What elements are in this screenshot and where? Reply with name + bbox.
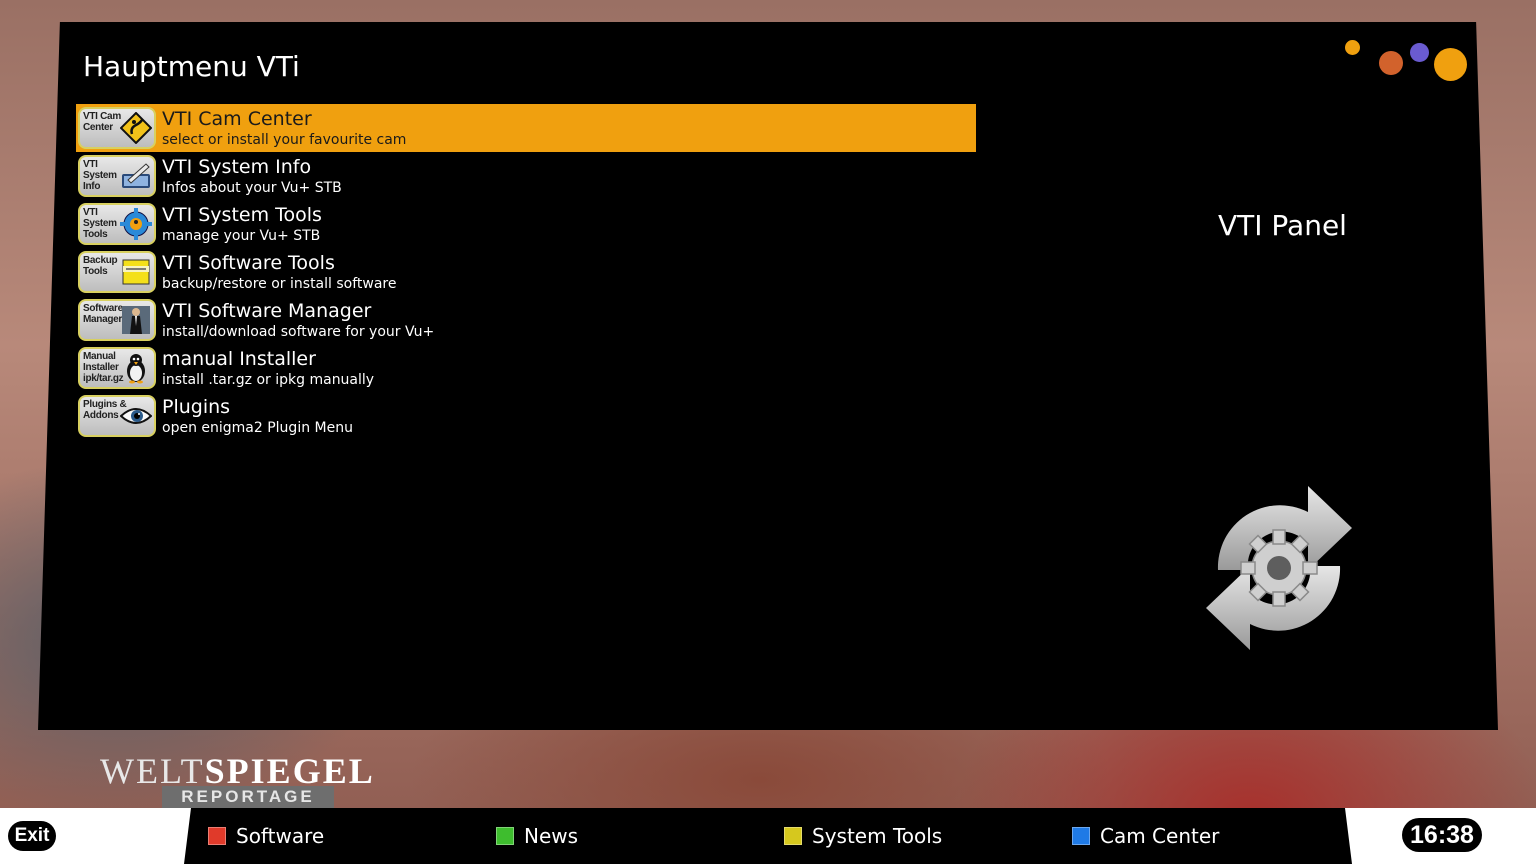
menu-item-system-info[interactable]: VTI System Info VTI System Info Infos ab… [76, 152, 976, 200]
menu-item-system-tools[interactable]: VTI System Tools VTI System Tools manage… [76, 200, 976, 248]
dot-purple [1410, 43, 1429, 62]
menu-item-text: VTI System Info Infos about your Vu+ STB [162, 155, 342, 198]
menu-item-title: VTI Software Manager [162, 299, 372, 322]
dot-small [1345, 40, 1360, 55]
green-key-news[interactable]: News [496, 822, 578, 850]
menu-item-text: manual Installer install .tar.gz or ipkg… [162, 347, 374, 390]
road-sign-icon [120, 112, 152, 144]
eye-icon [120, 408, 152, 424]
menu-item-description: install/download software for your Vu+ [162, 323, 435, 340]
menu-item-title: manual Installer [162, 347, 316, 370]
blue-key-label: Cam Center [1100, 824, 1220, 848]
blue-square-icon [1072, 827, 1090, 845]
menu-item-cam-center[interactable]: VTI Cam Center VTI Cam Center select or … [76, 104, 976, 152]
menu-item-description: select or install your favourite cam [162, 131, 407, 148]
menu-item-text: VTI System Tools manage your Vu+ STB [162, 203, 322, 246]
menu-item-title: VTI System Tools [162, 203, 322, 226]
menu-item-title: VTI System Info [162, 155, 312, 178]
bottom-bar: Exit Software News System Tools Cam Cent… [0, 808, 1536, 864]
dot-large [1434, 48, 1467, 81]
blue-key-cam-center[interactable]: Cam Center [1072, 822, 1219, 850]
channel-logo-sub: REPORTAGE [162, 786, 334, 808]
menu-item-title: VTI Software Tools [162, 251, 335, 274]
menu-item-software-manager[interactable]: Software Manager VTI Software Manager in… [76, 296, 976, 344]
yellow-key-label: System Tools [812, 824, 943, 848]
manager-icon [122, 306, 150, 334]
menu-item-description: install .tar.gz or ipkg manually [162, 371, 375, 388]
channel-logo-part1: WELT [100, 751, 205, 791]
yellow-square-icon [784, 827, 802, 845]
channel-logo-part2: SPIEGEL [204, 751, 375, 791]
red-key-label: Software [236, 824, 325, 848]
menu-item-software-tools[interactable]: Backup Tools VTI Software Tools backup/r… [76, 248, 976, 296]
system-tools-icon: VTI System Tools [78, 203, 156, 245]
channel-logo-main: WELTSPIEGEL [100, 752, 375, 790]
menu-item-manual-installer[interactable]: Manual Installer ipk/tar.gz manual Insta… [76, 344, 976, 392]
menu-item-description: open enigma2 Plugin Menu [162, 419, 353, 436]
page-title: Hauptmenu VTi [83, 50, 300, 83]
software-tools-icon: Backup Tools [78, 251, 156, 293]
info-pen-icon [122, 163, 150, 188]
menu-item-title: Plugins [162, 395, 231, 418]
panel-title: VTI Panel [1218, 209, 1347, 242]
penguin-icon [127, 354, 145, 384]
green-square-icon [496, 827, 514, 845]
menu-item-text: VTI Software Manager install/download so… [162, 299, 434, 342]
system-info-icon: VTI System Info [78, 155, 156, 197]
cam-center-icon: VTI Cam Center [78, 107, 156, 149]
menu-item-text: VTI Software Tools backup/restore or ins… [162, 251, 397, 294]
channel-logo: WELTSPIEGEL REPORTAGE [100, 752, 373, 808]
software-manager-icon: Software Manager [78, 299, 156, 341]
red-key-software[interactable]: Software [208, 822, 324, 850]
main-menu-list: VTI Cam Center VTI Cam Center select or … [76, 104, 976, 440]
plugins-icon: Plugins & Addons [78, 395, 156, 437]
clock: 16:38 [1402, 818, 1482, 852]
manual-installer-icon: Manual Installer ipk/tar.gz [78, 347, 156, 389]
menu-item-description: manage your Vu+ STB [162, 227, 321, 244]
gear-icon [120, 208, 152, 240]
green-key-label: News [524, 824, 579, 848]
menu-item-description: backup/restore or install software [162, 275, 397, 292]
menu-item-plugins[interactable]: Plugins & Addons Plugins open enigma2 Pl… [76, 392, 976, 440]
yellow-key-system-tools[interactable]: System Tools [784, 822, 942, 850]
menu-item-description: Infos about your Vu+ STB [162, 179, 342, 196]
backup-icon [122, 259, 150, 285]
red-square-icon [208, 827, 226, 845]
dot-orange [1379, 51, 1403, 75]
exit-button[interactable]: Exit [8, 821, 56, 851]
menu-item-text: VTI Cam Center select or install your fa… [162, 107, 406, 150]
menu-item-text: Plugins open enigma2 Plugin Menu [162, 395, 353, 438]
gear-refresh-icon [1206, 486, 1352, 650]
menu-item-title: VTI Cam Center [162, 107, 312, 130]
